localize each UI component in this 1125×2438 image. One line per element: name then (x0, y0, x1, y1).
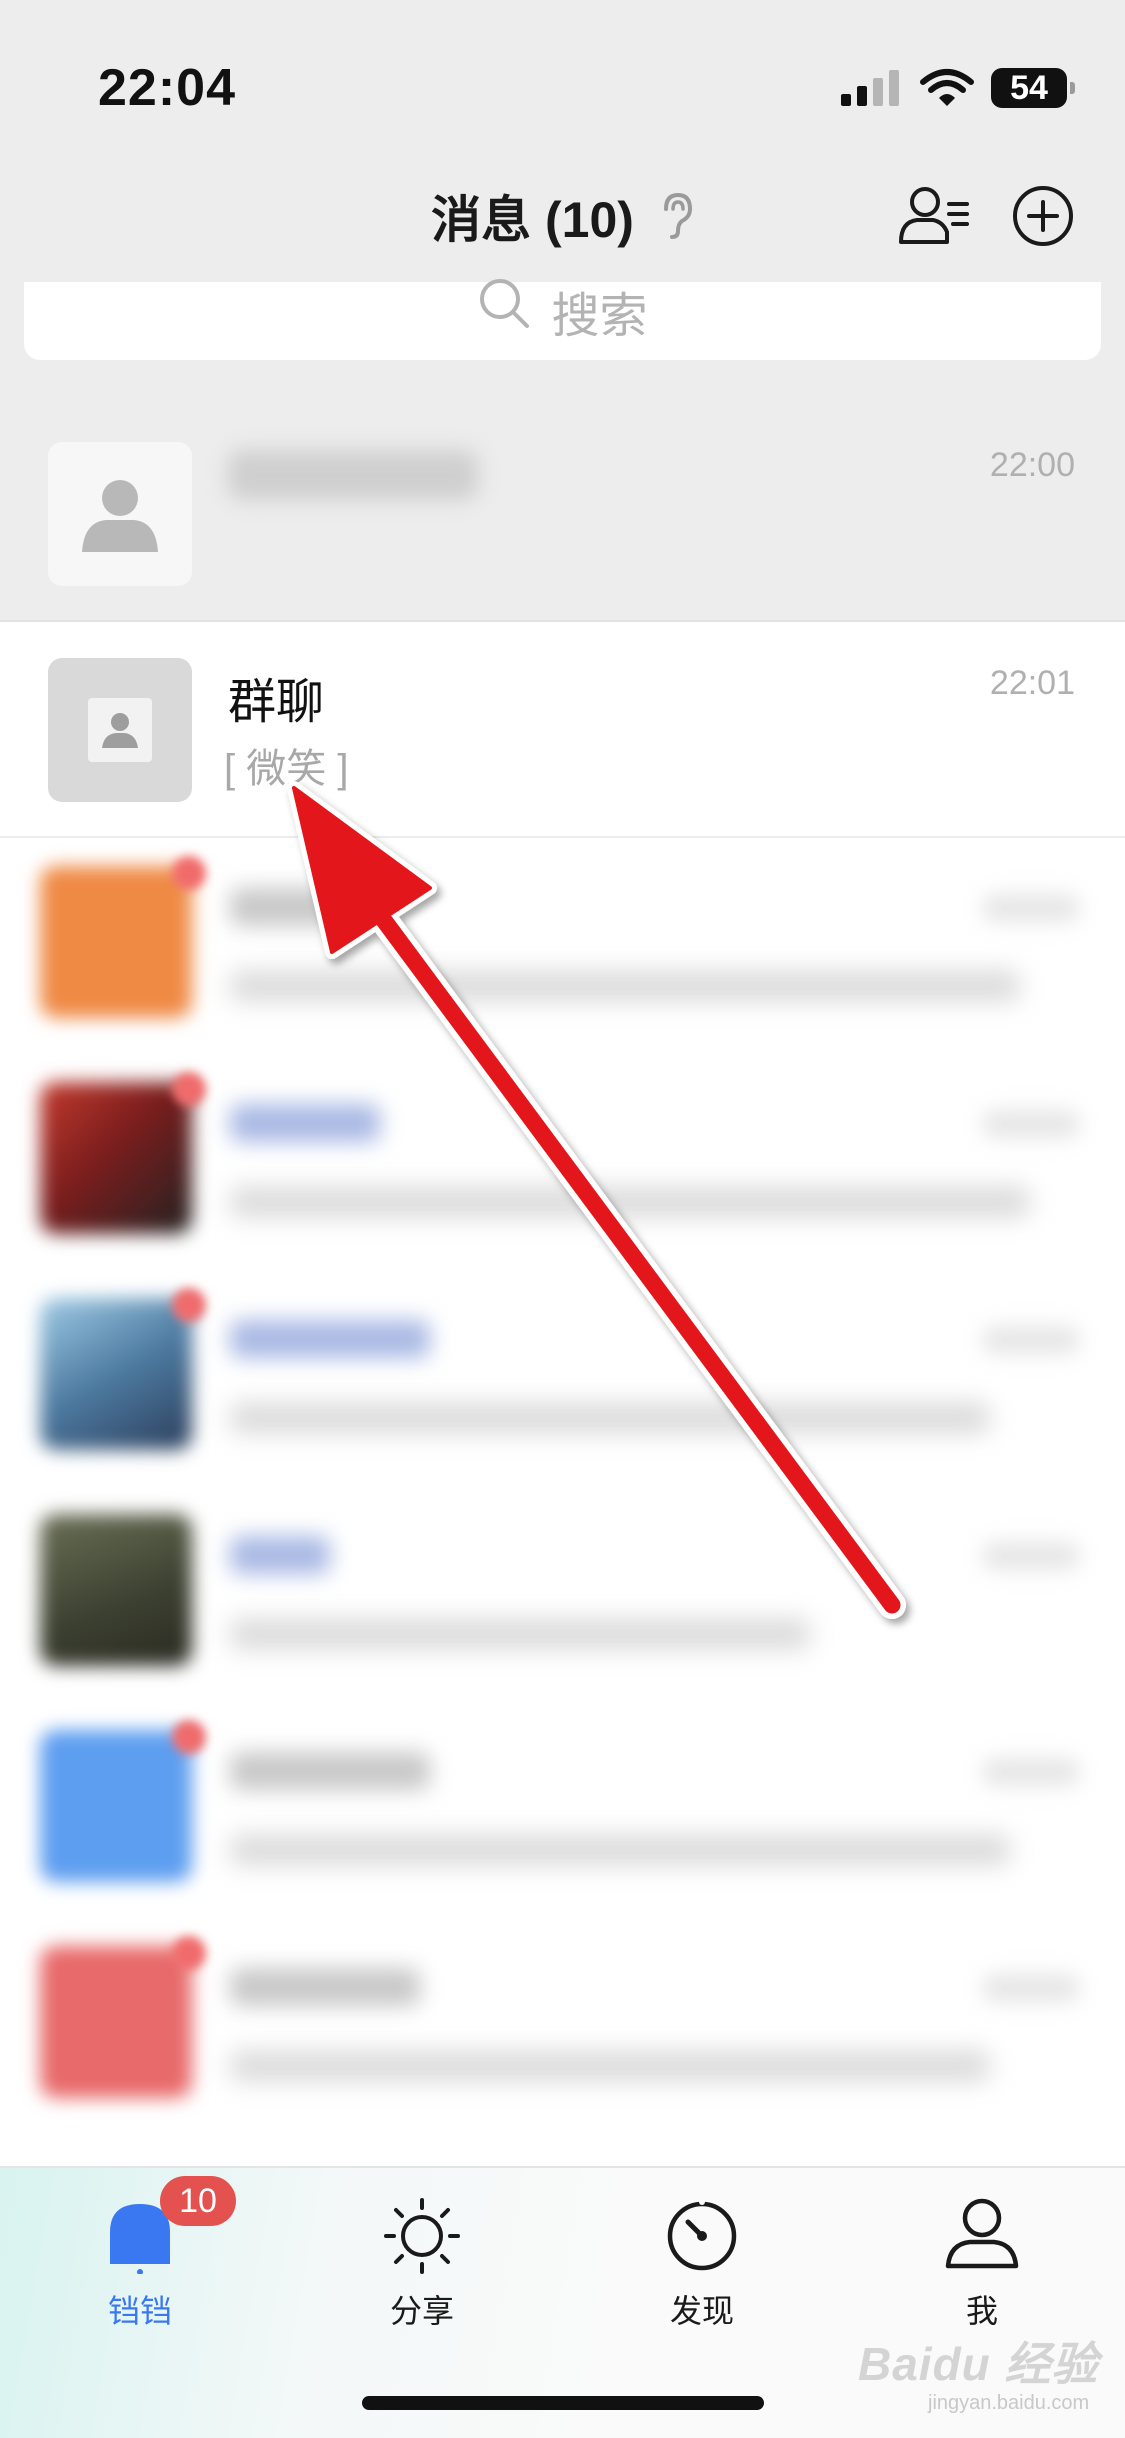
chat-row-blurred[interactable] (0, 1270, 1125, 1486)
search-placeholder: 搜索 (551, 290, 648, 343)
avatar (40, 1298, 192, 1450)
chat-time-blurred (983, 1110, 1079, 1138)
avatar (40, 1514, 192, 1666)
chat-row-blurred[interactable] (0, 838, 1125, 1054)
group-avatar (48, 658, 192, 802)
status-time: 22:04 (98, 59, 236, 117)
unread-badge (172, 1072, 206, 1106)
chat-name-blurred (230, 1536, 330, 1574)
chat-preview-blurred (230, 1618, 810, 1650)
signal-icon (841, 70, 899, 106)
chat-preview-blurred (230, 2050, 990, 2082)
chat-row-blurred[interactable] (0, 1702, 1125, 1918)
chat-time-blurred (983, 894, 1079, 922)
person-outline-icon (945, 2198, 1019, 2269)
avatar (48, 442, 192, 586)
chat-time-blurred (983, 1758, 1079, 1786)
home-indicator[interactable] (362, 2396, 764, 2410)
watermark-logo: Baidu 经验 (858, 2338, 1099, 2390)
avatar (40, 1082, 192, 1234)
unread-badge (172, 1936, 206, 1970)
unread-badge (172, 1288, 206, 1322)
chat-name-blurred (230, 1752, 430, 1790)
tab-label: 铛铛 (107, 2293, 172, 2329)
wifi-icon (920, 69, 974, 106)
chat-preview: [ 微笑 ] (224, 747, 349, 791)
chat-row-blurred[interactable] (0, 1054, 1125, 1270)
earpiece-mode-icon[interactable] (658, 191, 694, 241)
person-icon (82, 480, 158, 552)
avatar (40, 1946, 192, 2098)
compass-icon (667, 2199, 737, 2271)
chat-time-blurred (983, 1542, 1079, 1570)
avatar (40, 1730, 192, 1882)
page-title: 消息 (10) (431, 192, 634, 248)
status-icons: 54 (839, 62, 1075, 114)
chat-time: 22:01 (989, 664, 1075, 702)
tab-label: 发现 (669, 2293, 734, 2329)
chat-name-blurred (230, 888, 370, 926)
sun-icon (384, 2198, 460, 2274)
chat-preview-blurred (230, 1186, 1030, 1218)
search-area: 搜索 (0, 279, 1125, 400)
chat-preview-blurred (230, 1834, 1010, 1866)
contacts-icon[interactable] (897, 180, 971, 254)
top-bar: 22:04 54 消息 (10) (0, 0, 1125, 282)
watermark-url: jingyan.baidu.com (928, 2392, 1090, 2414)
chat-time: 22:00 (989, 446, 1075, 484)
chat-name-blurred (230, 1320, 430, 1358)
tab-discover[interactable]: 发现 (612, 2194, 792, 2332)
chat-name: 群聊 (228, 676, 325, 729)
chat-time-blurred (983, 1326, 1079, 1354)
unread-count-badge: 10 (160, 2176, 236, 2226)
tab-share[interactable]: 分享 (332, 2194, 512, 2332)
tab-label: 分享 (389, 2293, 454, 2329)
unread-badge (172, 856, 206, 890)
search-input[interactable]: 搜索 (24, 279, 1101, 360)
chat-row-group[interactable]: 群聊 [ 微笑 ] 22:01 (0, 622, 1125, 838)
chat-time-blurred (983, 1974, 1079, 2002)
add-icon[interactable] (1012, 185, 1074, 247)
chat-name-blurred (230, 1104, 380, 1142)
chat-row-blurred[interactable] (0, 1918, 1125, 2134)
chat-row-pinned[interactable]: 22:00 (0, 400, 1125, 622)
tab-label: 我 (965, 2293, 998, 2329)
chat-name-blurred (228, 450, 478, 500)
search-icon (480, 279, 530, 328)
avatar (40, 866, 192, 1018)
battery-indicator: 54 (991, 68, 1075, 108)
chat-name-blurred (230, 1968, 420, 2006)
group-avatar-icon (88, 698, 152, 762)
unread-badge (172, 1720, 206, 1754)
chat-row-blurred[interactable] (0, 1486, 1125, 1702)
chat-preview-blurred (230, 1402, 990, 1434)
chat-preview-blurred (230, 970, 1020, 1002)
tab-me[interactable]: 我 (892, 2194, 1072, 2332)
